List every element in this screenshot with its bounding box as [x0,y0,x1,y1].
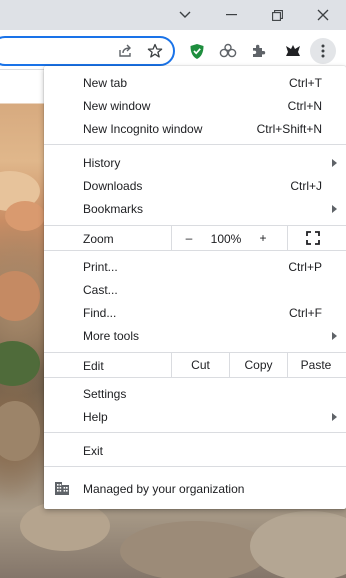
more-menu-button[interactable] [310,38,336,64]
tree-foliage [0,341,40,386]
menu-item-help[interactable]: Help [44,405,346,428]
rock-formation [120,521,270,578]
menu-item-label: More tools [83,328,140,343]
menu-item-label: Managed by your organization [83,481,245,496]
menu-item-shortcut: Ctrl+T [289,75,322,90]
cut-button[interactable]: Cut [172,358,229,372]
menu-item-shortcut: Ctrl+Shift+N [256,121,322,136]
menu-item-find[interactable]: Find... Ctrl+F [44,301,346,324]
menu-item-shortcut: Ctrl+F [289,305,322,320]
menu-item-label: Find... [83,305,117,320]
menu-item-shortcut: Ctrl+J [290,178,322,193]
menu-item-managed[interactable]: Managed by your organization [44,477,346,500]
profile-extension-button[interactable] [280,38,306,64]
menu-item-label: New tab [83,75,128,90]
shield-extension-icon [190,43,204,59]
submenu-arrow-icon [332,412,337,421]
rock-formation [0,271,40,321]
link-extension-button[interactable] [215,38,241,64]
rock-formation [5,201,45,231]
menu-item-label: Settings [83,386,127,401]
profile-extension-icon [286,45,300,56]
share-icon [119,44,131,57]
menu-item-label: New Incognito window [83,121,203,136]
menu-item-history[interactable]: History [44,151,346,174]
zoom-in-button[interactable]: + [255,231,271,245]
menu-separator [44,250,346,251]
link-extension-icon [219,43,237,58]
submenu-arrow-icon [332,331,337,340]
restore-button[interactable] [254,0,300,30]
menu-separator [44,377,346,378]
paste-button[interactable]: Paste [288,358,344,372]
menu-item-label: Cast... [83,282,118,297]
tab-search-button[interactable] [162,0,208,30]
menu-item-new-tab[interactable]: New tab Ctrl+T [44,71,346,94]
menu-separator [287,226,288,250]
menu-separator [44,466,346,467]
chevron-down-icon [179,11,191,18]
close-window-button[interactable] [300,0,346,30]
menu-item-downloads[interactable]: Downloads Ctrl+J [44,174,346,197]
menu-item-settings[interactable]: Settings [44,382,346,405]
puzzle-extensions-icon [253,44,266,57]
minimize-icon [225,14,237,16]
menu-item-label: New window [83,98,151,113]
menu-item-label: Exit [83,443,104,458]
menu-item-bookmarks[interactable]: Bookmarks [44,197,346,220]
menu-separator [44,144,346,145]
menu-item-shortcut: Ctrl+P [288,259,322,274]
browser-toolbar [0,30,346,70]
edit-label: Edit [83,359,104,373]
menu-item-exit[interactable]: Exit [44,439,346,462]
share-button[interactable] [112,38,138,64]
bookmark-star-icon [147,43,163,58]
close-icon [317,9,329,21]
fullscreen-icon [306,231,320,245]
menu-item-new-window[interactable]: New window Ctrl+N [44,94,346,117]
menu-item-label: Print... [83,259,118,274]
submenu-arrow-icon [332,204,337,213]
menu-item-cast[interactable]: Cast... [44,278,346,301]
zoom-out-button[interactable]: – [181,231,197,245]
menu-item-shortcut: Ctrl+N [287,98,322,113]
title-bar [0,0,346,30]
shield-extension-button[interactable] [184,38,210,64]
rock-formation [0,401,40,461]
menu-item-more-tools[interactable]: More tools [44,324,346,347]
building-icon [54,481,70,499]
fullscreen-button[interactable] [306,231,320,245]
menu-item-new-incognito-window[interactable]: New Incognito window Ctrl+Shift+N [44,117,346,140]
menu-item-label: Downloads [83,178,143,193]
menu-item-label: Bookmarks [83,201,144,216]
menu-item-print[interactable]: Print... Ctrl+P [44,255,346,278]
zoom-row: Zoom – 100% + [44,226,346,250]
more-menu-icon [321,44,325,58]
copy-button[interactable]: Copy [230,358,287,372]
bookmark-star-button[interactable] [142,38,168,64]
restore-icon [271,9,283,21]
submenu-arrow-icon [332,158,337,167]
menu-separator [171,226,172,250]
menu-item-label: Help [83,409,108,424]
zoom-label: Zoom [83,232,114,246]
rock-formation [250,511,346,578]
menu-separator [44,432,346,433]
zoom-level-value: 100% [210,232,242,246]
minimize-button[interactable] [208,0,254,30]
extensions-button[interactable] [246,38,272,64]
chrome-main-menu: New tab Ctrl+T New window Ctrl+N New Inc… [44,66,346,509]
edit-row: Edit Cut Copy Paste [44,353,346,377]
menu-item-label: History [83,155,121,170]
